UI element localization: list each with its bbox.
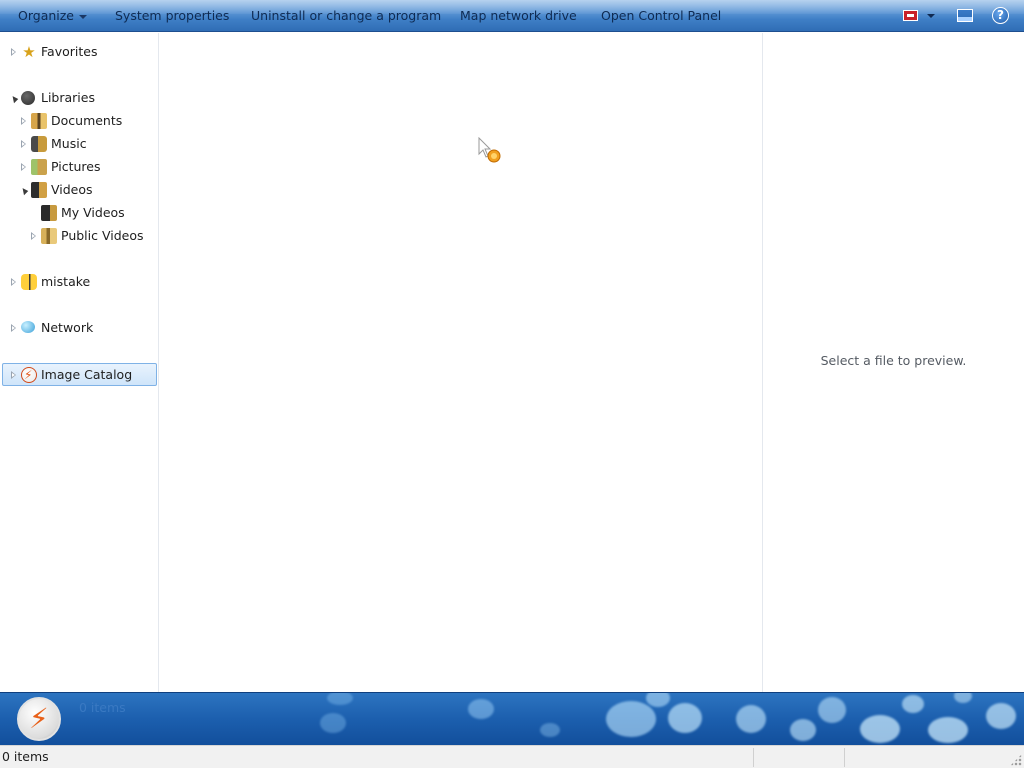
- nav-item-favorites[interactable]: ★ Favorites: [0, 41, 158, 63]
- view-options-icon[interactable]: [903, 10, 918, 21]
- decorative-bokeh: [736, 705, 766, 733]
- network-icon: [21, 321, 35, 333]
- busy-cursor-icon: [478, 137, 501, 163]
- help-icon[interactable]: ?: [992, 7, 1009, 24]
- uninstall-program-button[interactable]: Uninstall or change a program: [251, 0, 441, 32]
- system-properties-button[interactable]: System properties: [115, 0, 229, 32]
- public-videos-folder-icon: [41, 228, 57, 244]
- nav-item-label: Videos: [51, 182, 93, 197]
- decorative-bokeh: [668, 703, 702, 733]
- nav-item-label: Image Catalog: [41, 367, 133, 382]
- expand-arrow-icon[interactable]: [21, 140, 26, 148]
- image-catalog-logo: ⚡: [17, 697, 61, 741]
- nav-item-pictures[interactable]: Pictures: [0, 156, 158, 178]
- organize-button[interactable]: Organize: [18, 0, 87, 32]
- decorative-bokeh: [902, 695, 924, 713]
- preview-message: Select a file to preview.: [820, 353, 967, 368]
- preview-pane: Select a file to preview.: [762, 33, 1024, 692]
- decorative-bokeh: [320, 713, 346, 733]
- view-options-chevron-icon[interactable]: [927, 14, 935, 18]
- nav-item-image-catalog[interactable]: Image Catalog: [2, 363, 157, 386]
- navigation-pane[interactable]: ★ Favorites Libraries Documents Music Pi…: [0, 33, 159, 692]
- status-bar: 0 items: [0, 745, 1024, 768]
- music-library-icon: [31, 136, 47, 152]
- status-separator: [753, 748, 754, 767]
- nav-item-label: My Videos: [61, 205, 125, 220]
- expand-arrow-icon[interactable]: [21, 117, 26, 125]
- expand-arrow-icon[interactable]: [11, 48, 16, 56]
- open-control-panel-button[interactable]: Open Control Panel: [601, 0, 721, 32]
- collapse-arrow-icon[interactable]: [9, 94, 19, 104]
- status-separator: [844, 748, 845, 767]
- pictures-library-icon: [31, 159, 47, 175]
- nav-item-label: Music: [51, 136, 87, 151]
- nav-item-videos[interactable]: Videos: [0, 179, 158, 201]
- expand-arrow-icon[interactable]: [21, 163, 26, 171]
- expand-arrow-icon[interactable]: [11, 278, 16, 286]
- nav-item-documents[interactable]: Documents: [0, 110, 158, 132]
- videos-library-icon: [31, 182, 47, 198]
- my-videos-folder-icon: [41, 205, 57, 221]
- organize-label: Organize: [18, 8, 74, 23]
- nav-item-music[interactable]: Music: [0, 133, 158, 155]
- nav-item-public-videos[interactable]: Public Videos: [0, 225, 158, 247]
- file-list-area[interactable]: [160, 33, 762, 692]
- nav-item-label: Libraries: [41, 90, 95, 105]
- decorative-bokeh: [818, 697, 846, 723]
- decorative-bokeh: [860, 715, 900, 743]
- nav-item-label: Public Videos: [61, 228, 144, 243]
- expand-arrow-icon[interactable]: [11, 324, 16, 332]
- nav-item-label: Favorites: [41, 44, 98, 59]
- nav-item-label: Pictures: [51, 159, 101, 174]
- nav-item-my-videos[interactable]: My Videos: [0, 202, 158, 224]
- libraries-icon: [21, 91, 35, 105]
- nav-item-label: Network: [41, 320, 94, 335]
- decorative-bokeh: [790, 719, 816, 741]
- details-pane: ⚡ 0 items: [0, 692, 1024, 745]
- decorative-bokeh: [468, 699, 494, 719]
- nav-item-label: Documents: [51, 113, 123, 128]
- details-item-count: 0 items: [79, 700, 126, 715]
- nav-item-network[interactable]: Network: [0, 317, 158, 339]
- nav-item-libraries[interactable]: Libraries: [0, 87, 158, 109]
- decorative-bokeh: [954, 693, 972, 703]
- lightning-bolt-icon: ⚡: [29, 702, 49, 735]
- chevron-down-icon: [79, 14, 87, 19]
- star-icon: ★: [22, 43, 36, 61]
- command-bar: Organize System properties Uninstall or …: [0, 0, 1024, 32]
- expand-arrow-icon[interactable]: [31, 232, 36, 240]
- preview-pane-toggle-icon[interactable]: [957, 9, 973, 22]
- map-network-drive-button[interactable]: Map network drive: [460, 0, 577, 32]
- image-catalog-icon: [21, 367, 37, 383]
- collapse-arrow-icon[interactable]: [19, 186, 29, 196]
- decorative-bokeh: [646, 693, 670, 707]
- decorative-bokeh: [540, 723, 560, 737]
- status-item-count: 0 items: [2, 749, 49, 764]
- decorative-bokeh: [928, 717, 968, 743]
- expand-arrow-icon[interactable]: [11, 371, 16, 379]
- homegroup-icon: [21, 274, 37, 290]
- documents-library-icon: [31, 113, 47, 129]
- nav-item-label: mistake: [41, 274, 91, 289]
- decorative-bokeh: [986, 703, 1016, 729]
- decorative-bokeh: [327, 693, 353, 705]
- decorative-bokeh: [606, 701, 656, 737]
- resize-grip-icon[interactable]: [1010, 754, 1022, 766]
- nav-item-homegroup[interactable]: mistake: [0, 271, 158, 293]
